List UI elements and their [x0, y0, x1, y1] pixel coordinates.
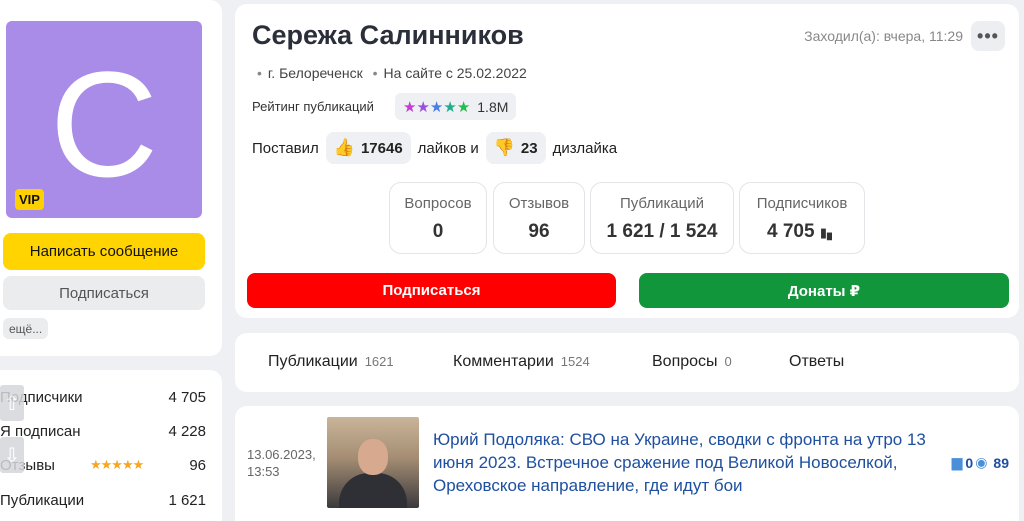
likes-mid: лайков и: [417, 139, 479, 157]
rating-stars-icon: ★★★★★: [90, 457, 144, 472]
publication-date-time: 13:53: [247, 464, 280, 479]
thumbnail-figure-head: [358, 439, 388, 475]
likes-summary: Поставил 👍 17646 лайков и 👎 23 дизлайка: [252, 131, 617, 165]
rating-stars-icon: ★★★★★: [403, 98, 471, 116]
publication-date-day: 13.06.2023,: [247, 447, 316, 462]
avatar[interactable]: C VIP: [6, 21, 202, 218]
dislikes-count: 23: [520, 139, 538, 157]
dislikes-suffix: дизлайка: [552, 139, 618, 157]
stat-row-reviews[interactable]: Отзывы ★★★★★ 96: [0, 454, 218, 478]
thumbs-down-icon: 👎: [493, 138, 515, 157]
scroll-up-icon[interactable]: ⇧: [0, 385, 24, 421]
stat-row-following[interactable]: Я подписан 4 228: [0, 420, 218, 444]
counter-value: 0: [432, 221, 444, 242]
tab-answers[interactable]: Ответы: [789, 353, 844, 371]
last-seen-status: Заходил(а): вчера, 11:29: [804, 28, 963, 44]
tab-label: Ответы: [789, 353, 845, 370]
bar-chart-icon: ▮▖: [819, 225, 837, 240]
stat-value: 1 621: [168, 492, 206, 509]
counter-reviews[interactable]: Отзывов 96: [493, 182, 585, 254]
eye-icon: ◉: [975, 454, 988, 470]
vip-badge: VIP: [15, 189, 44, 210]
counter-label: Отзывов: [508, 195, 570, 212]
avatar-letter: C: [49, 40, 159, 208]
more-actions-button[interactable]: ещё...: [3, 318, 49, 339]
comment-icon: ▆: [951, 454, 963, 470]
tab-count: 1524: [560, 354, 590, 369]
donate-button[interactable]: Донаты ₽: [639, 273, 1009, 308]
tab-label: Комментарии: [453, 353, 554, 370]
counter-label: Подписчиков: [756, 195, 848, 212]
profile-stats-card: Подписчики 4 705 Я подписан 4 228 Отзывы…: [0, 370, 222, 521]
subscribe-button[interactable]: Подписаться: [247, 273, 616, 308]
stat-value: 4 228: [168, 423, 206, 440]
counter-value: 96: [528, 221, 550, 242]
profile-meta: • г. Белореченск • На сайте с 25.02.2022: [257, 65, 527, 81]
tab-publications[interactable]: Публикации 1621: [268, 353, 394, 371]
likes-count: 17646: [360, 139, 403, 157]
dislikes-chip[interactable]: 👎 23: [485, 132, 546, 164]
counter-value: 1 621 / 1 524: [606, 221, 718, 242]
publication-stats: ▆ 0 ◉ 89: [952, 454, 1009, 471]
stat-value: 4 705: [168, 389, 206, 406]
views-count: 89: [993, 454, 1009, 471]
tab-label: Публикации: [268, 353, 358, 370]
publication-date: 13.06.2023, 13:53: [247, 446, 327, 480]
tab-questions[interactable]: Вопросы 0: [652, 353, 732, 371]
separator-dot: •: [257, 65, 262, 81]
publication-thumbnail[interactable]: [327, 417, 419, 508]
counter-publications[interactable]: Публикаций 1 621 / 1 524: [590, 182, 734, 254]
stat-row-subscribers[interactable]: Подписчики 4 705: [0, 386, 218, 410]
stat-row-publications[interactable]: Публикации 1 621: [0, 489, 218, 513]
send-message-button[interactable]: Написать сообщение: [3, 233, 205, 270]
publication-item: 13.06.2023, 13:53 Юрий Подоляка: СВО на …: [235, 406, 1019, 521]
rating-label: Рейтинг публикаций: [252, 99, 374, 114]
comments-count: 0: [965, 454, 974, 471]
profile-sidebar-card: C VIP Написать сообщение Подписаться ещё…: [0, 0, 222, 356]
counter-questions[interactable]: Вопросов 0: [389, 182, 487, 254]
thumbs-up-icon: 👍: [333, 138, 355, 157]
tab-label: Вопросы: [652, 353, 718, 370]
rating-badge[interactable]: ★★★★★ 1.8M: [395, 93, 517, 120]
profile-since: На сайте с 25.02.2022: [383, 65, 527, 81]
subscribe-button-sidebar[interactable]: Подписаться: [3, 276, 205, 310]
page-title: Сережа Салинников: [252, 20, 524, 50]
counter-value-wrap: 4 705 ▮▖: [740, 221, 864, 243]
profile-tabs: Публикации 1621 Комментарии 1524 Вопросы 0 …: [235, 333, 1019, 392]
tab-count: 1621: [364, 354, 394, 369]
likes-prefix: Поставил: [252, 139, 319, 157]
more-dots-icon[interactable]: •••: [971, 21, 1005, 51]
tab-comments[interactable]: Комментарии 1524: [453, 353, 590, 371]
rating-value: 1.8M: [477, 98, 509, 115]
profile-city: г. Белореченск: [267, 65, 363, 81]
stat-value: 96: [189, 457, 206, 474]
likes-chip[interactable]: 👍 17646: [325, 132, 411, 164]
stat-label: Публикации: [0, 492, 85, 509]
counter-label: Публикаций: [619, 195, 705, 212]
publication-title-link[interactable]: Юрий Подоляка: СВО на Украине, сводки с …: [433, 428, 933, 497]
profile-header-card: Сережа Салинников Заходил(а): вчера, 11:…: [235, 4, 1019, 318]
counter-subscribers[interactable]: Подписчиков 4 705 ▮▖: [739, 182, 865, 254]
separator-dot: •: [372, 65, 378, 81]
thumbnail-figure-body: [339, 473, 407, 508]
scroll-down-icon[interactable]: ⇩: [0, 437, 24, 473]
tab-count: 0: [724, 354, 732, 369]
counter-value: 4 705: [767, 221, 815, 242]
counter-label: Вопросов: [404, 195, 472, 212]
